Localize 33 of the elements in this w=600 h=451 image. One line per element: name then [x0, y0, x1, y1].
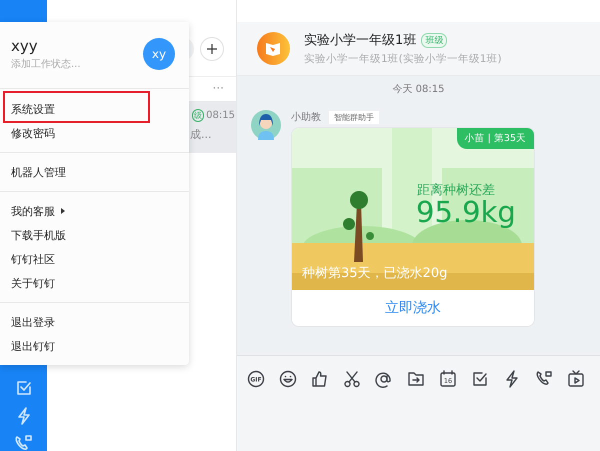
menu-item[interactable]: 机器人管理: [11, 164, 66, 180]
plus-icon: [207, 44, 218, 54]
menu-item[interactable]: 钉钉社区: [11, 252, 55, 266]
folder-icon[interactable]: [407, 370, 425, 388]
group-avatar[interactable]: [257, 32, 290, 65]
user-name: xyy: [11, 37, 39, 55]
message-time: 08:15: [206, 110, 235, 121]
thumbs-up-icon[interactable]: [311, 370, 329, 388]
chat-title: 实验小学一年级1班: [304, 32, 416, 49]
menu-item[interactable]: 我的客服: [11, 204, 55, 218]
assistant-avatar[interactable]: [251, 110, 281, 140]
at-sign-icon[interactable]: [375, 370, 393, 388]
progress-text: 种树第35天，已浇水20g: [302, 265, 448, 282]
time-divider: 今天 08:15: [392, 83, 444, 97]
emoji-icon[interactable]: [279, 370, 297, 388]
menu-item[interactable]: 退出钉钉: [11, 338, 55, 354]
video-call-icon[interactable]: [535, 370, 553, 388]
menu-item[interactable]: 系统设置: [11, 102, 55, 116]
group-tag: 级: [192, 109, 204, 122]
sender-tag: 智能群助手: [329, 110, 379, 124]
task-icon[interactable]: [471, 370, 489, 388]
menu-item[interactable]: 退出登录: [11, 314, 55, 330]
group-tag: 班级: [421, 32, 448, 48]
menu-item[interactable]: 下载手机版: [11, 228, 66, 242]
add-button[interactable]: [200, 37, 224, 61]
chat-subtitle: 实验小学一年级1班(实验小学一年级1班): [304, 52, 502, 66]
menu-item[interactable]: 修改密码: [11, 126, 55, 140]
day-badge: 小苗 | 第35天: [456, 128, 534, 149]
scissors-icon[interactable]: [343, 370, 361, 388]
tv-icon[interactable]: [567, 370, 585, 388]
sender-name: 小助教: [291, 110, 321, 124]
menu-item[interactable]: 关于钉钉: [11, 276, 55, 290]
message-preview: 成...: [190, 127, 212, 142]
